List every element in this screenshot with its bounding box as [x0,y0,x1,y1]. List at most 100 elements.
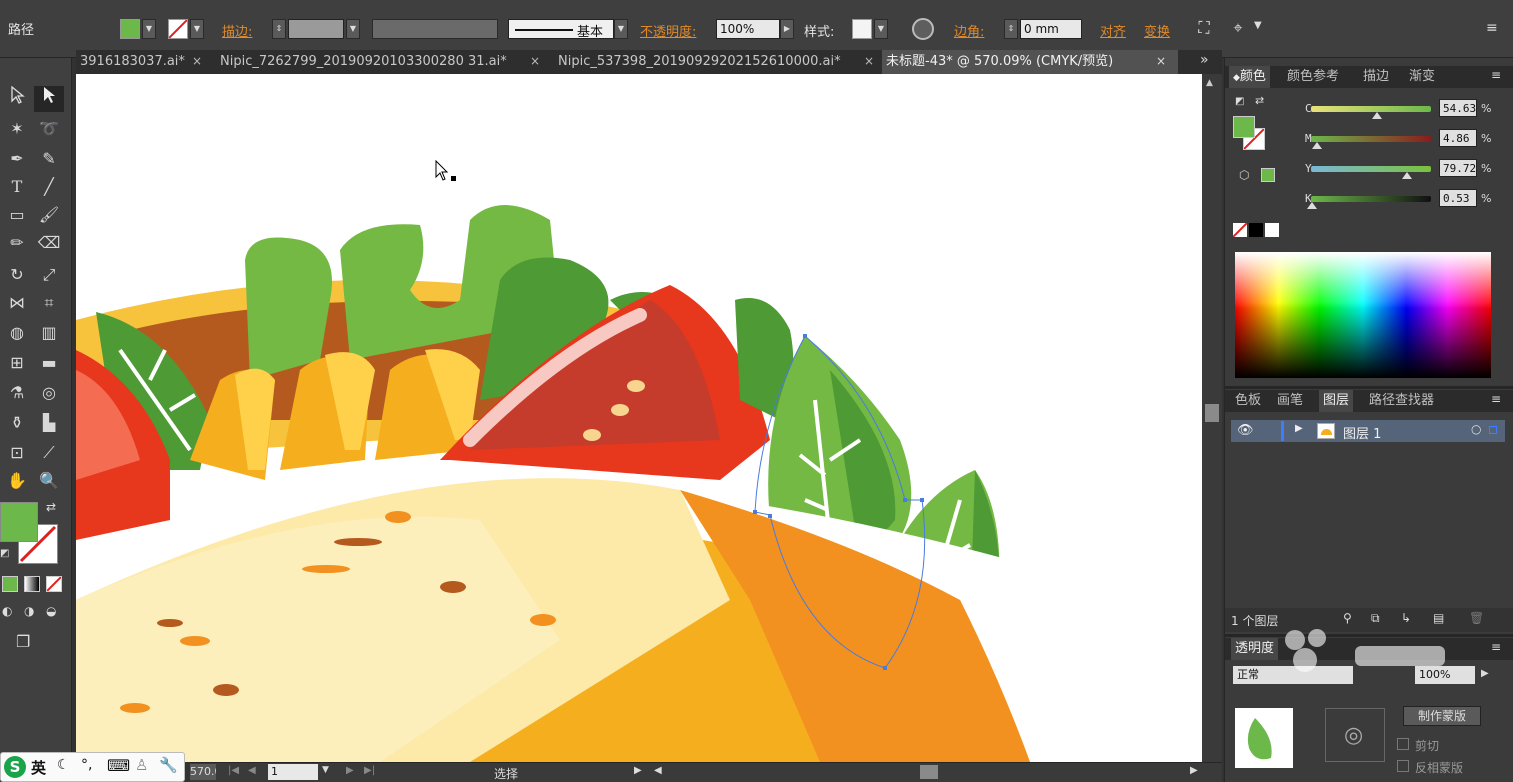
paintbrush-tool-icon[interactable]: 🖌 [34,202,64,228]
fill-dropdown[interactable]: ▼ [142,19,156,39]
artboard-dropdown-icon[interactable]: ▼ [322,765,329,775]
free-transform-tool-icon[interactable]: ⌗ [34,290,64,316]
width-tool-icon[interactable]: ⋈ [2,290,32,316]
brush-dropdown[interactable]: ▼ [614,19,628,39]
expand-layer-icon[interactable]: ▶ [1295,423,1303,434]
type-tool-icon[interactable]: T [2,174,32,200]
none-mode-button[interactable] [46,576,62,592]
zoom-level-field[interactable]: 570.09 [190,764,216,780]
scroll-right-icon[interactable]: ▶ [1190,765,1198,776]
gradient-mode-button[interactable] [24,576,40,592]
channel-m-value[interactable]: 4.86 [1439,129,1477,147]
perspective-grid-tool-icon[interactable]: ▥ [34,320,64,346]
scroll-left-icon[interactable]: ◀ [654,765,662,776]
tab-close-icon[interactable]: × [192,54,202,68]
corner-stepper[interactable]: ⇕ [1004,19,1018,39]
fill-color-front[interactable] [0,502,38,542]
symbol-sprayer-tool-icon[interactable]: ⚱ [2,410,32,436]
eyedropper-tool-icon[interactable]: ⚗ [2,380,32,406]
mesh-tool-icon[interactable]: ⊞ [2,350,32,376]
artboard-canvas[interactable] [76,74,1202,762]
screen-mode-icon[interactable]: ❐ [16,632,30,651]
swap-colors-icon[interactable]: ⇄ [46,500,56,514]
isolate-group-icon[interactable]: ⛶ [1192,18,1216,40]
new-layer-icon[interactable]: ▤ [1433,611,1444,625]
tab-close-icon[interactable]: × [530,54,540,68]
magic-wand-tool-icon[interactable]: ✶ [2,116,32,142]
tab-gradient[interactable]: 渐变 [1405,66,1439,88]
stroke-weight-dropdown[interactable]: ▼ [346,19,360,39]
channel-y-value[interactable]: 79.72 [1439,159,1477,177]
recolor-artwork-icon[interactable] [912,18,934,40]
graphic-style-swatch[interactable] [852,19,872,39]
clip-checkbox[interactable] [1397,738,1409,750]
sogou-logo-icon[interactable]: S [4,756,26,778]
tab-color-guide[interactable]: 颜色参考 [1283,66,1343,88]
tab-layers[interactable]: 图层 [1319,390,1354,412]
layer-target-icon[interactable]: ○ [1471,422,1481,436]
graphic-style-dropdown[interactable]: ▼ [874,19,888,39]
punctuation-icon[interactable]: °, [81,757,92,773]
stroke-panel-link[interactable]: 描边: [222,21,252,40]
rotate-tool-icon[interactable]: ↻ [2,262,32,288]
artboard-tool-icon[interactable]: ⊡ [2,440,32,466]
layer-row[interactable]: 👁 ▶ 图层 1 ○ [1231,420,1505,442]
control-bar-menu-icon[interactable]: ≡ [1486,20,1498,36]
layer-selection-indicator[interactable] [1489,426,1497,434]
channel-k-slider[interactable] [1311,196,1431,202]
stroke-weight-stepper[interactable]: ⇕ [272,19,286,39]
default-fill-stroke-icon[interactable]: ◩ [1235,96,1244,107]
corner-panel-link[interactable]: 边角: [954,21,984,40]
last-artboard-icon[interactable]: ▶| [364,765,375,776]
layers-panel-menu-icon[interactable]: ≡ [1491,392,1501,406]
vertical-scrollbar[interactable]: ▲ [1202,74,1222,762]
color-panel-menu-icon[interactable]: ≡ [1491,68,1501,82]
channel-k-value[interactable]: 0.53 [1439,189,1477,207]
column-graph-tool-icon[interactable]: ▙ [34,410,64,436]
line-segment-tool-icon[interactable]: ╱ [34,174,64,200]
color-spectrum[interactable] [1235,252,1491,378]
horizontal-scroll-thumb[interactable] [920,765,938,779]
gradient-tool-icon[interactable]: ▬ [34,350,64,376]
draw-normal-icon[interactable]: ◐ [2,604,12,618]
status-menu-icon[interactable]: ▶ [634,765,642,776]
layer-visibility-eye-icon[interactable]: 👁 [1237,423,1254,438]
locate-object-icon[interactable]: ⚲ [1343,611,1352,625]
document-tab[interactable]: Nipic_7262799_20190920103300280 31.ai* [216,50,544,74]
tab-color[interactable]: ◆颜色 [1229,66,1270,88]
prev-artboard-icon[interactable]: ◀ [248,765,256,776]
invert-mask-checkbox[interactable] [1397,760,1409,772]
next-artboard-icon[interactable]: ▶ [346,765,354,776]
selection-tool-icon[interactable] [2,85,32,112]
color-mode-button[interactable] [2,576,18,592]
opacity-panel-link[interactable]: 不透明度: [640,21,696,40]
transparency-panel-menu-icon[interactable]: ≡ [1491,640,1501,654]
tab-close-icon[interactable]: × [864,54,874,68]
channel-k-thumb[interactable] [1306,202,1317,209]
channel-y-thumb[interactable] [1401,172,1412,179]
tab-overflow-icon[interactable]: » [1200,52,1209,68]
artboard-number-field[interactable]: 1 [268,764,318,780]
hand-tool-icon[interactable]: ✋ [2,468,32,494]
zoom-tool-icon[interactable]: 🔍 [34,468,64,494]
rectangle-tool-icon[interactable]: ▭ [2,202,32,228]
mask-placeholder[interactable]: ◎ [1325,708,1385,762]
opacity-input[interactable]: 100% [716,19,780,39]
half-width-moon-icon[interactable]: ☾ [57,757,70,773]
make-mask-button[interactable]: 制作蒙版 [1403,706,1481,726]
draw-inside-icon[interactable]: ◒ [46,604,56,618]
select-similar-dropdown[interactable]: ▼ [1254,20,1262,31]
channel-c-thumb[interactable] [1371,112,1382,119]
corner-radius-input[interactable]: 0 mm [1020,19,1082,39]
align-panel-link[interactable]: 对齐 [1100,21,1126,40]
ime-language-toggle[interactable]: 英 [31,757,46,778]
tab-stroke[interactable]: 描边 [1359,66,1393,88]
delete-layer-icon[interactable]: 🗑 [1469,611,1484,625]
tab-close-icon[interactable]: × [1156,54,1166,68]
user-icon[interactable]: ♙ [135,756,148,774]
scroll-up-icon[interactable]: ▲ [1206,78,1213,88]
select-similar-icon[interactable]: ⌖ [1226,18,1250,40]
vertical-scroll-thumb[interactable] [1205,404,1219,422]
layer-name[interactable]: 图层 1 [1343,423,1381,442]
stroke-dropdown[interactable]: ▼ [190,19,204,39]
